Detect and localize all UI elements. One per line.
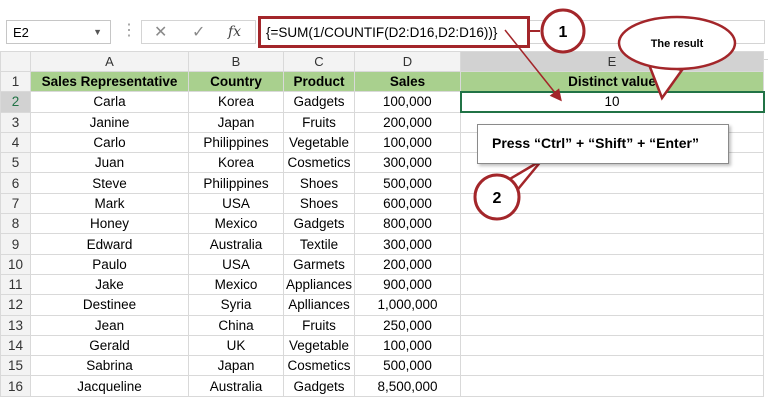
- badge-2-label: 2: [493, 190, 502, 207]
- result-callout-text: The result: [651, 38, 704, 50]
- badge-1-label: 1: [559, 24, 568, 41]
- annotation-overlay: 1 2 The result: [473, 8, 737, 221]
- instruction-text: Press “Ctrl” + “Shift” + “Enter”: [492, 135, 699, 151]
- instruction-callout: Press “Ctrl” + “Shift” + “Enter”: [477, 124, 729, 164]
